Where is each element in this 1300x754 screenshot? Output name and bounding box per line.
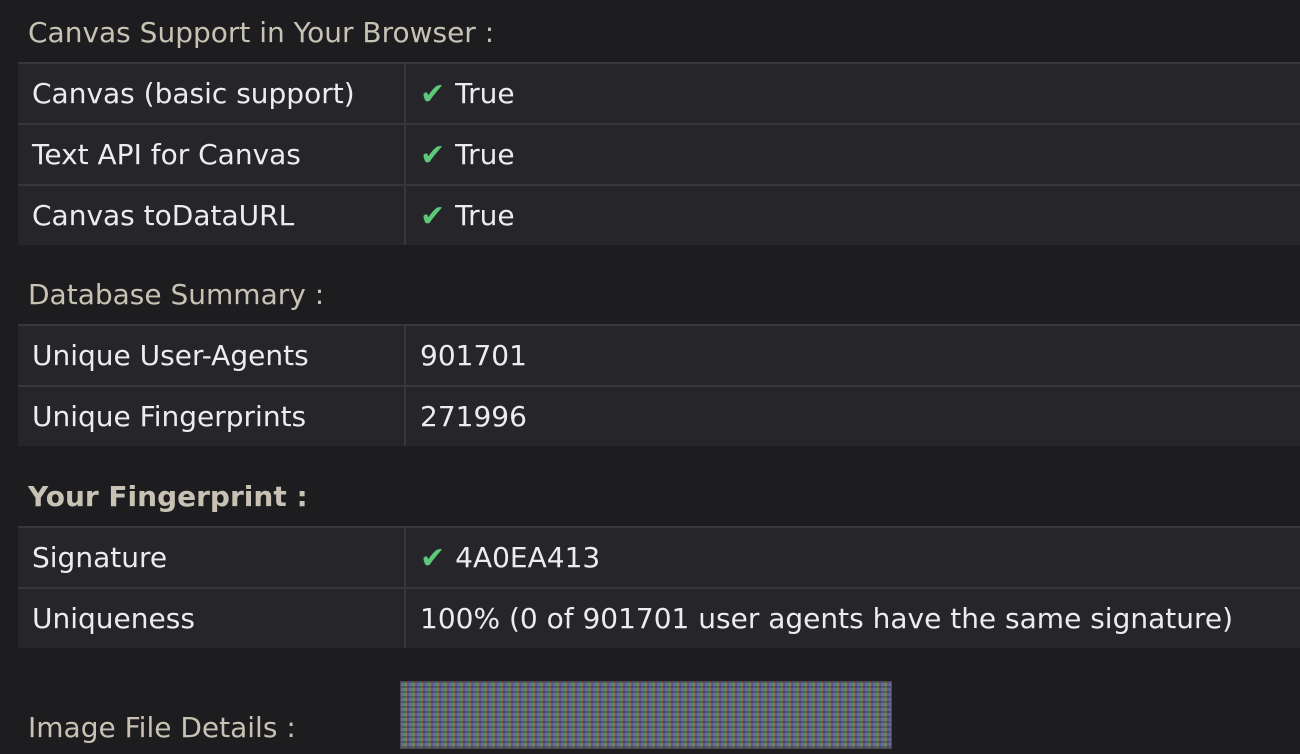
uniqueness-value: 100% (0 of 901701 user agents have the s… [405,587,1300,648]
check-icon: ✔ [420,77,446,112]
canvas-support-title: Canvas Support in Your Browser : [28,16,495,49]
unique-fingerprints-label: Unique Fingerprints [18,385,406,446]
page: Canvas Support in Your Browser : Canvas … [0,0,1300,754]
fingerprint-title: Your Fingerprint : [28,480,308,513]
uniqueness-label: Uniqueness [18,587,406,648]
unique-user-agents-label: Unique User-Agents [18,324,406,386]
text-api-label: Text API for Canvas [18,123,406,185]
unique-user-agents-value: 901701 [405,324,1300,386]
database-summary-title: Database Summary : [28,278,325,311]
database-summary-table: Unique User-Agents 901701 Unique Fingerp… [18,324,1300,446]
canvas-basic-value: ✔ True [405,62,1300,124]
table-row: Unique User-Agents 901701 [18,324,1300,386]
signature-label: Signature [18,526,406,588]
table-row: Text API for Canvas ✔ True [18,123,1300,185]
canvas-basic-label: Canvas (basic support) [18,62,406,124]
table-row: Uniqueness 100% (0 of 901701 user agents… [18,587,1300,648]
unique-fingerprints-value: 271996 [405,385,1300,446]
canvas-fingerprint-image [400,681,892,749]
todataurl-value: ✔ True [405,184,1300,245]
check-icon: ✔ [420,199,446,234]
check-icon: ✔ [420,541,446,576]
todataurl-label: Canvas toDataURL [18,184,406,245]
canvas-basic-value-text: True [455,77,515,110]
signature-value: ✔ 4A0EA413 [405,526,1300,588]
text-api-value-text: True [455,138,515,171]
canvas-support-table: Canvas (basic support) ✔ True Text API fo… [18,62,1300,245]
table-row: Signature ✔ 4A0EA413 [18,526,1300,588]
table-row: Canvas toDataURL ✔ True [18,184,1300,245]
table-row: Canvas (basic support) ✔ True [18,62,1300,124]
check-icon: ✔ [420,138,446,173]
fingerprint-table: Signature ✔ 4A0EA413 Uniqueness 100% (0 o… [18,526,1300,648]
todataurl-value-text: True [455,199,515,232]
table-row: Unique Fingerprints 271996 [18,385,1300,446]
signature-value-text: 4A0EA413 [455,541,601,574]
text-api-value: ✔ True [405,123,1300,185]
image-file-details-title: Image File Details : [28,711,296,744]
